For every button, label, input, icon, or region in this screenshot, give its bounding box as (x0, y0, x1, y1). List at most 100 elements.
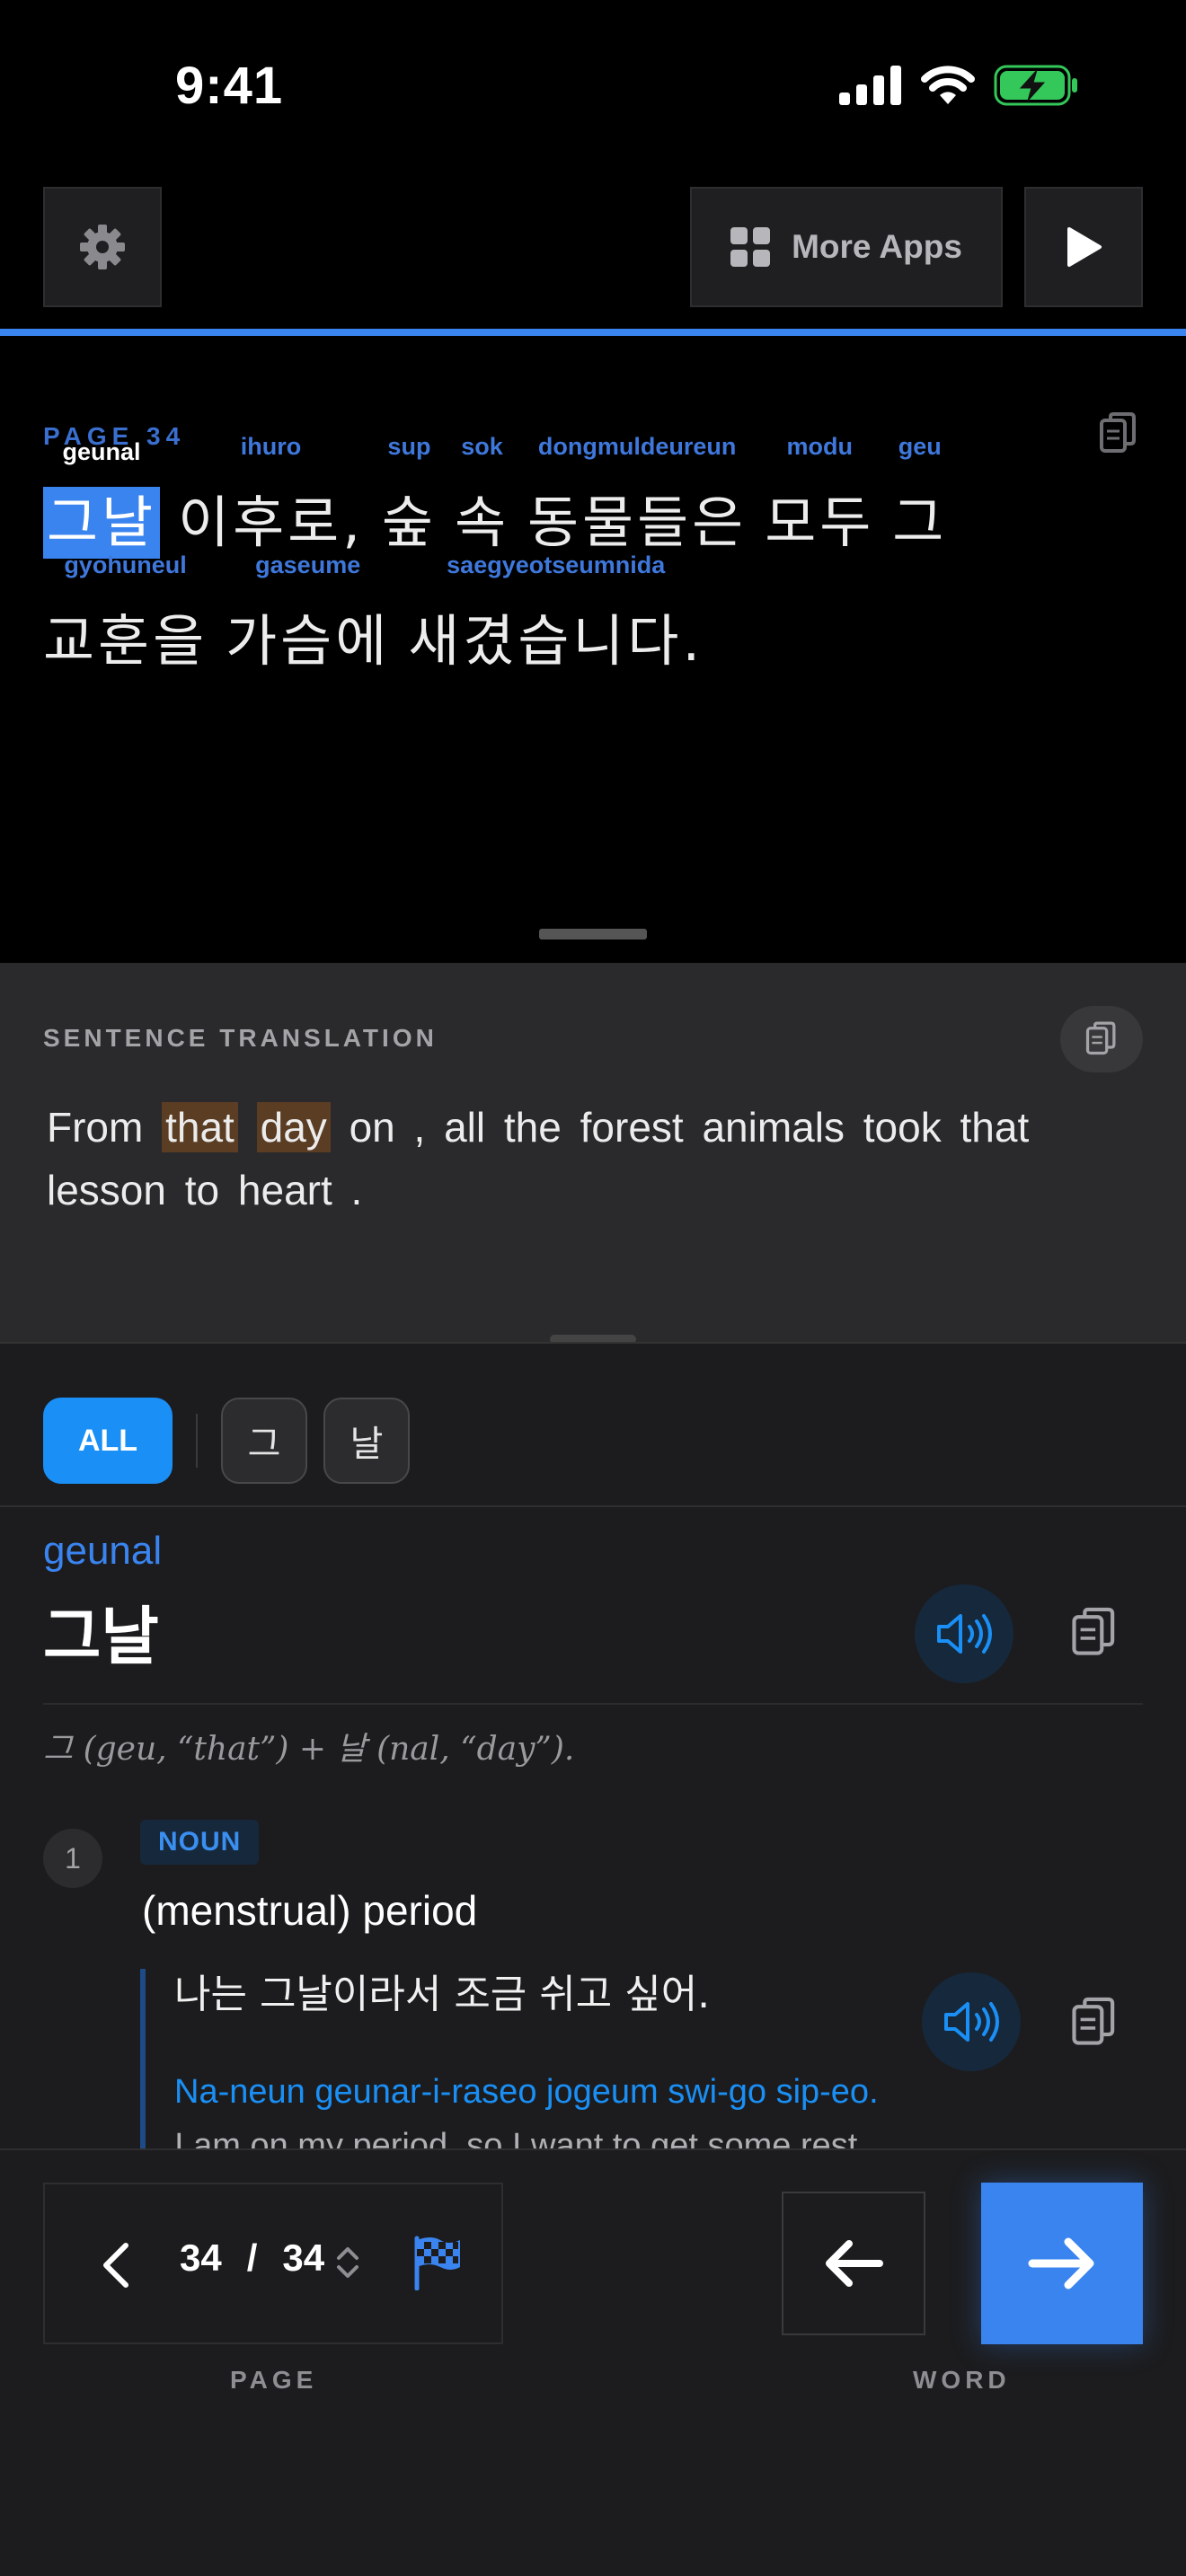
translation-word[interactable]: that (960, 1104, 1030, 1151)
reading-progress-bar (0, 329, 1186, 336)
example-korean: 나는 그날이라서 조금 쉬고 싶어. (174, 1972, 711, 2017)
copy-example-button[interactable] (1058, 1987, 1130, 2059)
word-saegyeotseumnida[interactable]: saegyeotseumnida 새겼습니다. (408, 551, 704, 677)
top-toolbar: More Apps (0, 187, 1186, 307)
component-filters: ALL 그 날 (43, 1398, 410, 1484)
word-romanization: geunal (62, 438, 141, 465)
word-korean: 모두 (765, 490, 875, 555)
bottom-bar: 34 / 34 PAGE WORD (0, 2148, 1186, 2576)
settings-button[interactable] (43, 187, 162, 307)
page-label: PAGE (230, 2366, 318, 2394)
arrow-left-icon (826, 2240, 883, 2287)
translation-word[interactable]: , (414, 1104, 426, 1151)
more-apps-label: More Apps (792, 228, 962, 265)
word-romanization: gaseume (255, 551, 361, 578)
dictionary-panel: ALL 그 날 geunal 그날 그 (geu, “that”) + 날 (n… (0, 1342, 1186, 2148)
translation-word[interactable]: took (863, 1104, 942, 1151)
sense-definition: (menstrual) period (142, 1887, 478, 1934)
word-label: WORD (913, 2366, 1011, 2394)
pronounce-word-button[interactable] (915, 1584, 1013, 1683)
page-navigator: 34 / 34 (43, 2183, 503, 2344)
word-modu[interactable]: modu 모두 (765, 433, 875, 559)
entry-headword: 그날 (43, 1600, 159, 1673)
translation-word[interactable]: that (162, 1102, 238, 1152)
more-apps-button[interactable]: More Apps (690, 187, 1003, 307)
divider (0, 1505, 1186, 1507)
translation-word[interactable]: . (351, 1167, 363, 1213)
word-sup[interactable]: sup 숲 (382, 433, 437, 559)
entry-romanization: geunal (43, 1529, 163, 1573)
filter-all-chip[interactable]: ALL (43, 1398, 173, 1484)
translation-word[interactable]: forest (580, 1104, 684, 1151)
translation-word[interactable]: the (504, 1104, 562, 1151)
divider (43, 1703, 1143, 1705)
next-word-button[interactable] (981, 2183, 1143, 2344)
copy-translation-button[interactable] (1060, 1006, 1143, 1072)
speaker-icon (944, 2002, 999, 2042)
word-sok[interactable]: sok 속 (454, 433, 510, 559)
translation-word[interactable]: to (185, 1167, 219, 1213)
translation-word[interactable]: day (256, 1102, 331, 1152)
filter-chip-nal[interactable]: 날 (323, 1398, 410, 1484)
example-english: I am on my period, so I want to get some… (174, 2127, 867, 2148)
status-bar: 9:41 (0, 0, 1186, 171)
page-picker[interactable]: 34 / 34 (180, 2236, 324, 2280)
word-gaseume[interactable]: gaseume 가슴에 (226, 551, 391, 677)
example-quote-bar (140, 1969, 146, 2148)
word-ihuro[interactable]: ihuro 이후로, (178, 433, 364, 559)
translation-word[interactable]: heart (238, 1167, 332, 1213)
word-romanization: dongmuldeureun (537, 433, 737, 460)
resize-handle[interactable] (539, 929, 647, 940)
reader-panel: PAGE 34 geunal 그날 ihuro 이후로, sup 숲 sok 속 don… (0, 336, 1186, 963)
copy-page-button[interactable] (1094, 410, 1143, 458)
text-line-1: geunal 그날 ihuro 이후로, sup 숲 sok 속 dongmuldeur… (43, 433, 965, 559)
copy-icon (1072, 1997, 1115, 2045)
copy-icon (1085, 1021, 1116, 1055)
example-romanized: Na-neun geunar-i-raseo jogeum swi-go sip… (174, 2073, 879, 2111)
word-romanization: gyohuneul (64, 551, 187, 578)
cellular-signal-icon (839, 66, 901, 105)
chevron-updown-icon (337, 2247, 358, 2278)
translation-word[interactable]: on (350, 1104, 395, 1151)
translation-word[interactable]: all (444, 1104, 485, 1151)
wifi-icon (921, 66, 975, 104)
pronounce-example-button[interactable] (922, 1972, 1021, 2071)
word-korean: 새겼습니다. (408, 608, 704, 674)
checkered-flag-icon (414, 2236, 460, 2291)
filter-chip-geu[interactable]: 그 (221, 1398, 307, 1484)
translation-panel: SENTENCE TRANSLATION From that day on , … (0, 963, 1186, 1342)
word-romanization: sok (461, 433, 503, 460)
copy-word-button[interactable] (1058, 1597, 1130, 1669)
gear-icon (80, 225, 125, 269)
word-korean: 그 (892, 490, 948, 555)
page-separator: / (246, 2236, 258, 2279)
word-korean: 가슴에 (226, 608, 391, 674)
word-geunal[interactable]: geunal 그날 (43, 438, 161, 559)
word-romanization: geu (898, 433, 942, 460)
battery-charging-icon (994, 65, 1077, 106)
word-gyohuneul[interactable]: gyohuneul 교훈을 (43, 551, 208, 677)
previous-page-button[interactable] (81, 2229, 153, 2301)
word-romanization: ihuro (240, 433, 302, 460)
previous-word-button[interactable] (782, 2192, 925, 2335)
word-dongmuldeureun[interactable]: dongmuldeureun 동물들은 (527, 433, 748, 559)
word-korean: 이후로, (178, 490, 364, 555)
word-korean: 속 (454, 490, 510, 555)
translation-word[interactable]: animals (702, 1104, 845, 1151)
word-korean: 동물들은 (527, 490, 748, 555)
translation-text: From that day on , all the forest animal… (47, 1096, 1143, 1222)
translation-label: SENTENCE TRANSLATION (43, 1024, 438, 1052)
word-geu[interactable]: geu 그 (892, 433, 948, 559)
translation-word[interactable]: lesson (47, 1167, 166, 1213)
current-page: 34 (180, 2236, 222, 2279)
etymology: 그 (geu, “that”) + 날 (nal, “day”). (43, 1731, 575, 1768)
copy-icon (1072, 1607, 1115, 1655)
word-korean: 교훈을 (43, 608, 208, 674)
status-time: 9:41 (175, 57, 284, 115)
speaker-icon (937, 1614, 992, 1654)
word-romanization: sup (387, 433, 431, 460)
play-button[interactable] (1024, 187, 1143, 307)
part-of-speech-badge: NOUN (140, 1820, 260, 1865)
finish-flag-button[interactable] (412, 2235, 464, 2294)
translation-word[interactable]: From (47, 1104, 143, 1151)
